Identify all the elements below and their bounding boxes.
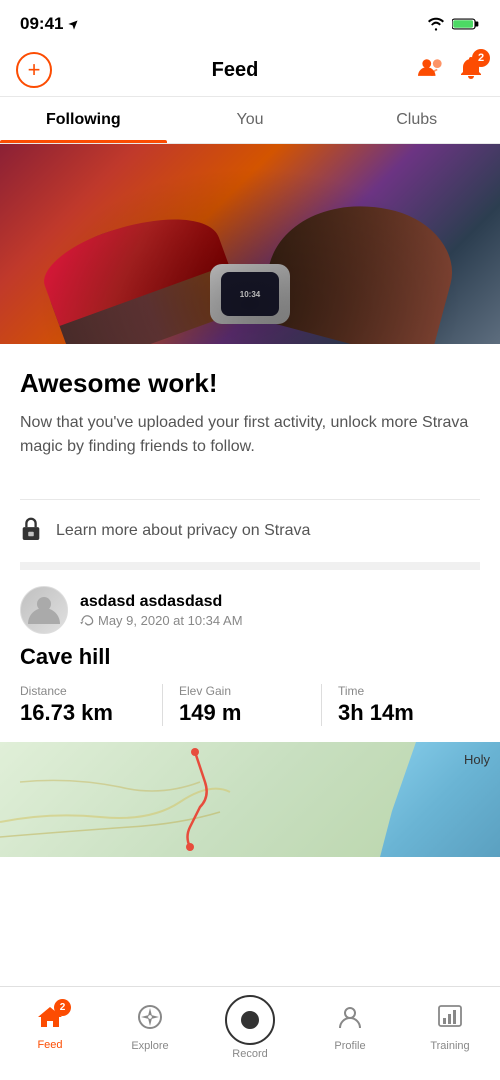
stat-time-value: 3h 14m	[338, 700, 464, 726]
lock-icon	[20, 516, 42, 546]
nav-explore-label: Explore	[131, 1040, 168, 1052]
tab-you[interactable]: You	[167, 97, 334, 143]
privacy-section: Learn more about privacy on Strava	[20, 499, 480, 570]
header: + Feed 2	[0, 44, 500, 97]
nav-item-training[interactable]: Training	[415, 1004, 485, 1052]
stat-elev: Elev Gain 149 m	[162, 684, 321, 726]
user-name: asdasd asdasdasd	[80, 593, 243, 611]
stat-elev-label: Elev Gain	[179, 684, 305, 698]
nav-item-explore[interactable]: Explore	[115, 1004, 185, 1052]
people-icon-button[interactable]	[418, 56, 446, 85]
record-icon	[225, 995, 275, 1045]
notification-badge: 2	[472, 49, 490, 67]
stat-distance-value: 16.73 km	[20, 700, 146, 726]
nav-training-label: Training	[430, 1040, 469, 1052]
awesome-work-title: Awesome work!	[20, 368, 480, 399]
chart-icon	[437, 1004, 463, 1037]
stat-distance: Distance 16.73 km	[20, 684, 162, 726]
stat-time-label: Time	[338, 684, 464, 698]
header-right: 2	[418, 55, 484, 86]
hero-overlay	[0, 144, 500, 344]
activity-title: Cave hill	[20, 644, 480, 670]
nav-item-profile[interactable]: Profile	[315, 1004, 385, 1052]
header-left: +	[16, 52, 52, 88]
stat-time: Time 3h 14m	[321, 684, 480, 726]
status-time: 09:41	[20, 14, 63, 34]
stats-row: Distance 16.73 km Elev Gain 149 m Time 3…	[20, 684, 480, 726]
tab-following[interactable]: Following	[0, 97, 167, 143]
feed-badge: 2	[54, 999, 71, 1016]
avatar-icon	[28, 592, 60, 624]
people-icon	[418, 56, 446, 80]
compass-icon	[137, 1004, 163, 1037]
tabs-bar: Following You Clubs	[0, 97, 500, 144]
bottom-nav: 2 Feed Explore Record	[0, 986, 500, 1080]
battery-icon	[452, 17, 480, 31]
nav-item-record[interactable]: Record	[215, 995, 285, 1060]
route-overlay	[140, 747, 250, 852]
activity-map[interactable]: Holy	[0, 742, 500, 857]
tab-clubs[interactable]: Clubs	[333, 97, 500, 143]
stat-elev-value: 149 m	[179, 700, 305, 726]
status-icons	[426, 17, 480, 31]
route-icon	[80, 614, 94, 626]
avatar	[20, 586, 68, 634]
location-arrow-icon	[68, 18, 80, 30]
map-roads	[0, 742, 500, 857]
awesome-work-description: Now that you've uploaded your first acti…	[20, 411, 480, 459]
person-icon	[337, 1004, 363, 1037]
wifi-icon	[426, 17, 446, 31]
nav-feed-label: Feed	[37, 1039, 62, 1051]
notification-bell-button[interactable]: 2	[458, 55, 484, 86]
nav-item-feed[interactable]: 2 Feed	[15, 1005, 85, 1051]
status-bar: 09:41	[0, 0, 500, 44]
activity-date: May 9, 2020 at 10:34 AM	[98, 613, 243, 628]
nav-record-label: Record	[232, 1048, 267, 1060]
hero-image: 10:34	[0, 144, 500, 344]
header-title: Feed	[212, 59, 259, 82]
nav-profile-label: Profile	[334, 1040, 365, 1052]
add-button[interactable]: +	[16, 52, 52, 88]
map-location-label: Holy	[464, 752, 490, 767]
user-info: asdasd asdasdasd May 9, 2020 at 10:34 AM	[80, 593, 243, 628]
activity-card: asdasd asdasdasd May 9, 2020 at 10:34 AM…	[0, 570, 500, 742]
stat-distance-label: Distance	[20, 684, 146, 698]
activity-meta: May 9, 2020 at 10:34 AM	[80, 613, 243, 628]
home-icon: 2	[37, 1005, 63, 1036]
awesome-work-section: Awesome work! Now that you've uploaded y…	[0, 344, 500, 475]
privacy-link[interactable]: Learn more about privacy on Strava	[56, 522, 310, 540]
activity-user-row: asdasd asdasdasd May 9, 2020 at 10:34 AM	[20, 586, 480, 634]
